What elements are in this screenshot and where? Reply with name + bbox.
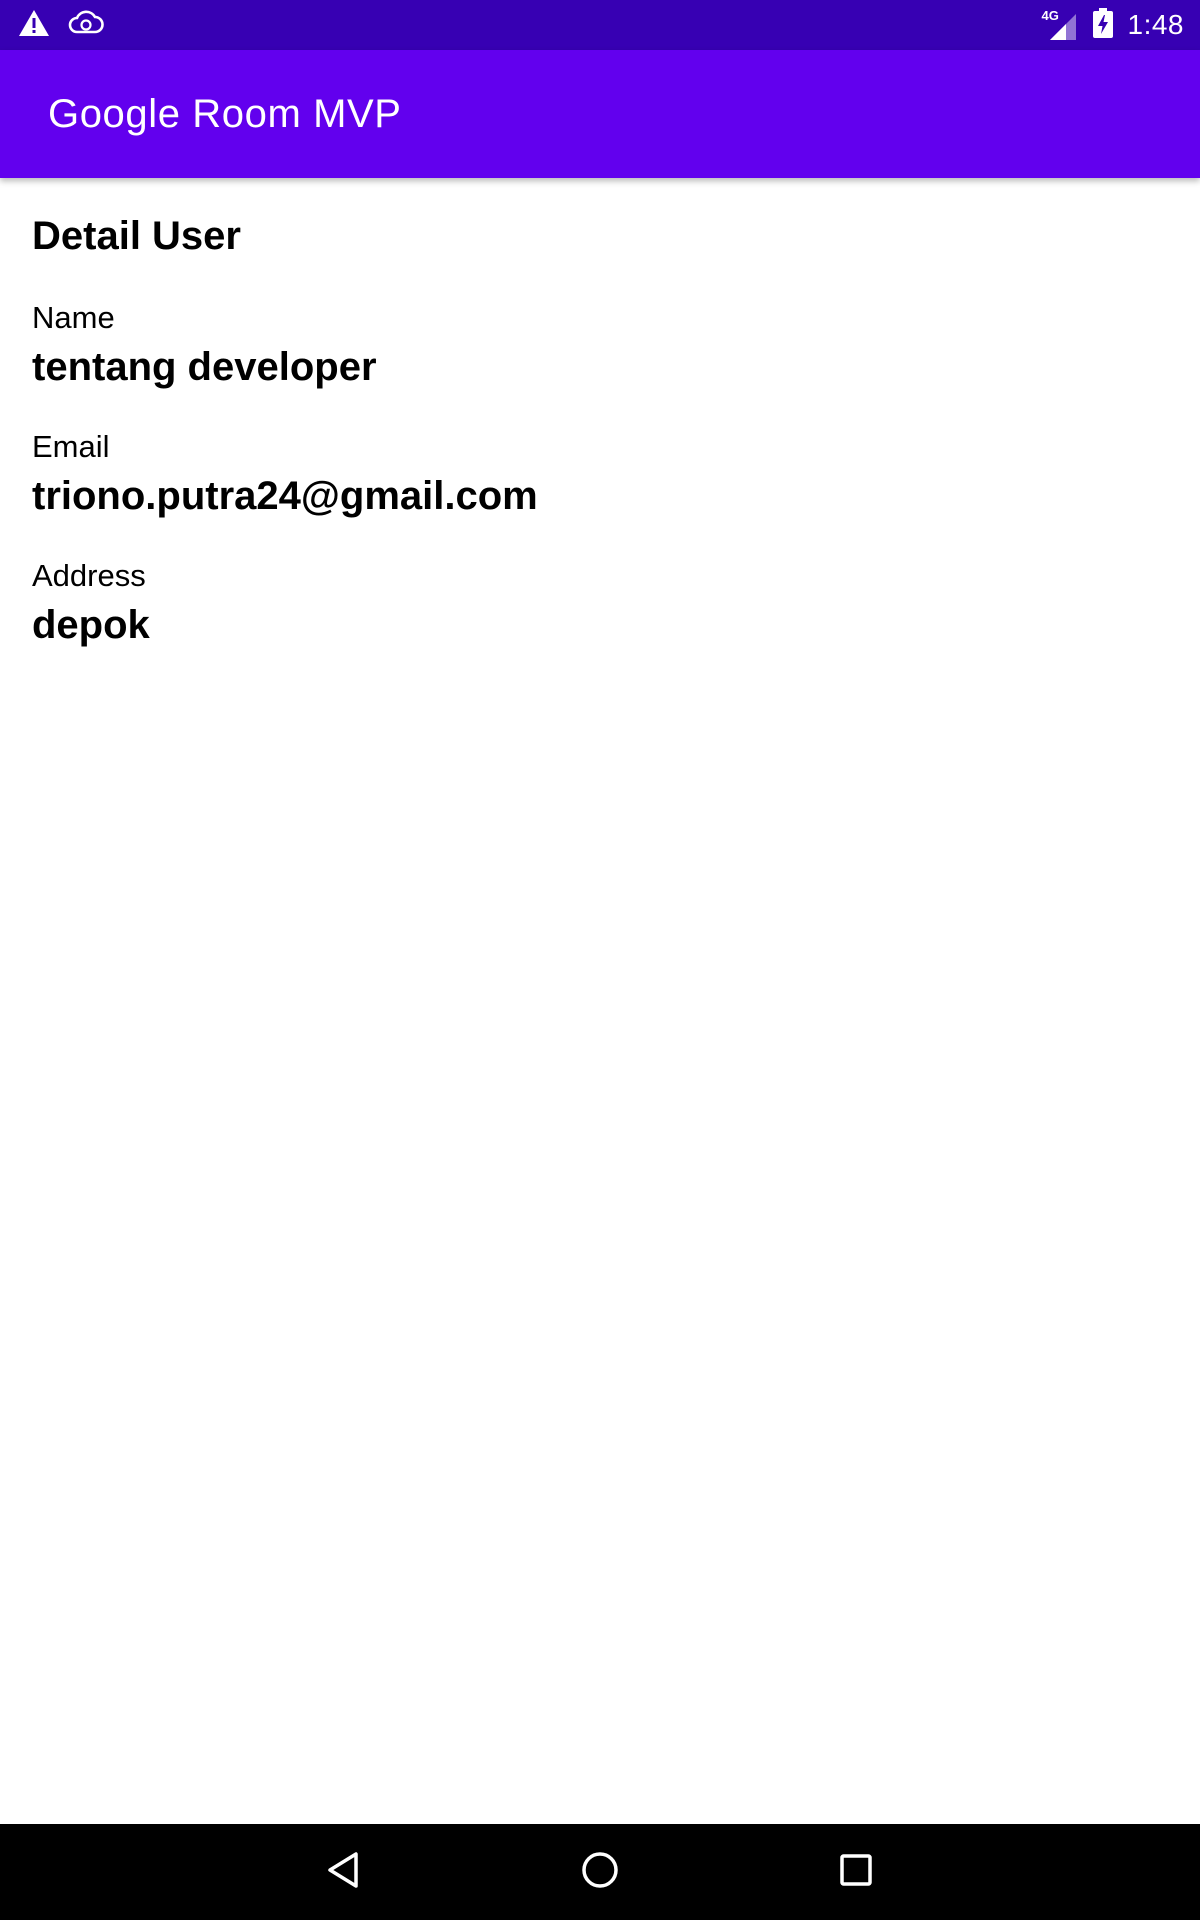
recents-button[interactable] [828,1844,884,1900]
email-label: Email [32,429,110,464]
signal-icon: 4G [1042,8,1078,42]
navigation-bar [0,1824,1200,1920]
email-value: triono.putra24@gmail.com [32,474,538,518]
back-icon [324,1850,364,1895]
battery-charging-icon [1092,7,1114,44]
name-label: Name [32,300,115,335]
name-value: tentang developer [32,345,377,389]
screen: 4G 1:48 Google Room MVP Detail User Name [0,0,1200,1920]
status-right: 4G 1:48 [1042,0,1185,50]
back-button[interactable] [316,1844,372,1900]
status-left [18,8,104,42]
app-title: Google Room MVP [48,92,402,136]
section-title: Detail User [32,214,241,258]
recents-icon [836,1850,876,1895]
status-time: 1:48 [1127,9,1184,40]
warning-icon [18,8,50,43]
status-bar: 4G 1:48 [0,0,1200,50]
address-label: Address [32,558,146,593]
home-icon [580,1850,620,1895]
address-value: depok [32,603,150,647]
app-bar: Google Room MVP [0,50,1200,178]
home-button[interactable] [572,1844,628,1900]
cloud-sync-icon [68,8,104,43]
